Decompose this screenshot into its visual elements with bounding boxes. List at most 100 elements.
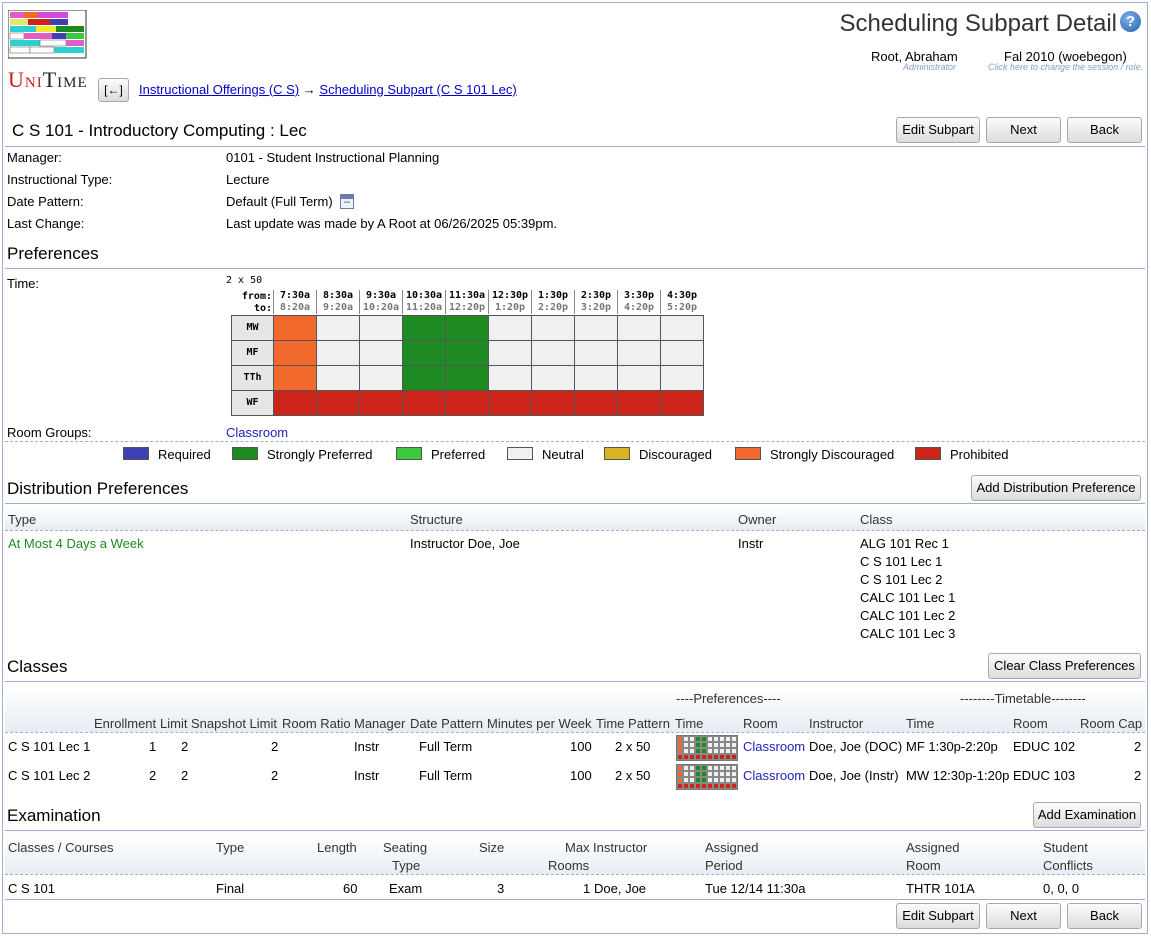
time-preference-cell[interactable] [574, 390, 618, 416]
exam-classes[interactable]: C S 101 [8, 881, 55, 896]
class-assigned-room: EDUC 102 [1013, 739, 1076, 754]
time-row-day[interactable]: WF [231, 390, 274, 416]
time-column-header[interactable]: 2:30p 3:20p [574, 290, 617, 314]
legend-label: Required [158, 447, 211, 462]
unitime-logo[interactable]: UNITIME [7, 9, 88, 92]
time-column-header[interactable]: 7:30a 8:20a [273, 290, 316, 314]
time-preference-cell[interactable] [316, 365, 360, 391]
time-preference-cell[interactable] [445, 365, 489, 391]
exam-size: 3 [497, 881, 505, 896]
time-row-day[interactable]: MW [231, 315, 274, 341]
time-preference-cell[interactable] [574, 315, 618, 341]
time-preference-cell[interactable] [273, 340, 317, 366]
help-icon[interactable]: ? [1120, 11, 1141, 32]
class-room-cap: 2 [1134, 768, 1142, 783]
back-button[interactable]: Back [1067, 117, 1142, 143]
distribution-type-link[interactable]: At Most 4 Days a Week [8, 536, 144, 551]
time-column-header[interactable]: 3:30p 4:20p [617, 290, 660, 314]
next-button[interactable]: Next [986, 117, 1061, 143]
footer-edit-subpart-button[interactable]: Edit Subpart [896, 903, 980, 929]
time-column-header[interactable]: 9:30a 10:20a [359, 290, 402, 314]
calendar-icon[interactable]: ▪▪▪ [340, 194, 354, 209]
session-hint[interactable]: Click here to change the session / role. [988, 62, 1143, 72]
exam-header-type: Type [216, 840, 245, 855]
time-preference-cell[interactable] [273, 315, 317, 341]
dist-header-owner: Owner [738, 512, 777, 527]
time-preference-cell[interactable] [617, 340, 661, 366]
cls-header-tt-room: Room [1013, 716, 1048, 731]
time-preference-cell[interactable] [402, 340, 446, 366]
time-preference-cell[interactable] [660, 340, 704, 366]
time-preference-cell[interactable] [359, 340, 403, 366]
time-preference-cell[interactable] [531, 340, 575, 366]
time-column-header[interactable]: 4:30p 5:20p [660, 290, 703, 314]
time-column-to: 11:20a [405, 302, 443, 313]
class-room-preference[interactable]: Classroom [743, 768, 805, 783]
time-column-from: 3:30p [623, 290, 655, 301]
breadcrumb-scheduling-subpart[interactable]: Scheduling Subpart (C S 101 Lec) [319, 82, 516, 97]
add-examination-button[interactable]: Add Examination [1033, 802, 1141, 828]
time-preference-cell[interactable] [402, 315, 446, 341]
class-assigned-time: MF 1:30p-2:20p [906, 739, 998, 754]
logo-grid-icon [7, 9, 87, 59]
cls-header-instructor: Instructor [809, 716, 864, 731]
time-preference-cell[interactable] [445, 390, 489, 416]
time-preference-cell[interactable] [316, 315, 360, 341]
class-room-preference[interactable]: Classroom [743, 739, 805, 754]
time-column-header[interactable]: 11:30a 12:20p [445, 290, 488, 314]
time-preference-cell[interactable] [316, 390, 360, 416]
last-change-label: Last Change: [7, 216, 85, 231]
time-preference-cell[interactable] [359, 315, 403, 341]
clear-class-preferences-button[interactable]: Clear Class Preferences [988, 653, 1141, 679]
time-preference-cell[interactable] [488, 390, 532, 416]
time-preference-cell[interactable] [488, 315, 532, 341]
time-preference-cell[interactable] [617, 390, 661, 416]
time-preference-cell[interactable] [359, 390, 403, 416]
time-preference-cell[interactable] [617, 315, 661, 341]
time-column-header[interactable]: 8:30a 9:20a [316, 290, 359, 314]
time-preference-cell[interactable] [273, 390, 317, 416]
time-column-header[interactable]: 1:30p 2:20p [531, 290, 574, 314]
time-preference-cell[interactable] [402, 390, 446, 416]
time-preference-cell[interactable] [273, 365, 317, 391]
class-name[interactable]: C S 101 Lec 1 [8, 739, 90, 754]
time-column-header[interactable]: 12:30p 1:20p [488, 290, 531, 314]
time-preference-cell[interactable] [359, 365, 403, 391]
time-preference-cell[interactable] [531, 365, 575, 391]
class-minutes: 100 [570, 768, 592, 783]
time-preference-cell[interactable] [488, 340, 532, 366]
time-preference-cell[interactable] [660, 365, 704, 391]
legend-swatch [915, 447, 941, 460]
cls-header-snapshot: Snapshot Limit [191, 716, 277, 731]
footer-back-button[interactable]: Back [1067, 903, 1142, 929]
exam-header-room: Room [906, 858, 941, 873]
time-row-day[interactable]: TTh [231, 365, 274, 391]
class-limit: 2 [181, 739, 189, 754]
time-preference-cell[interactable] [488, 365, 532, 391]
class-name[interactable]: C S 101 Lec 2 [8, 768, 90, 783]
time-preference-cell[interactable] [660, 390, 704, 416]
footer-next-button[interactable]: Next [986, 903, 1061, 929]
breadcrumb-separator: → [302, 82, 316, 97]
breadcrumb-instructional-offerings[interactable]: Instructional Offerings (C S) [139, 82, 299, 97]
time-preference-cell[interactable] [445, 315, 489, 341]
back-arrow-button[interactable]: [←] [98, 78, 129, 102]
time-preference-cell[interactable] [402, 365, 446, 391]
time-preference-cell[interactable] [574, 365, 618, 391]
time-preference-cell[interactable] [574, 340, 618, 366]
time-preference-cell[interactable] [316, 340, 360, 366]
time-preference-cell[interactable] [531, 390, 575, 416]
room-groups-value[interactable]: Classroom [226, 425, 288, 440]
cls-header-time-pattern: Time Pattern [596, 716, 670, 731]
time-preference-cell[interactable] [617, 365, 661, 391]
time-pattern-label: 2 x 50 [226, 275, 263, 286]
time-row-day[interactable]: MF [231, 340, 274, 366]
edit-subpart-button[interactable]: Edit Subpart [896, 117, 980, 143]
time-preference-cell[interactable] [660, 315, 704, 341]
cls-header-enrollment: Enrollment [94, 716, 157, 731]
time-preference-cell[interactable] [445, 340, 489, 366]
add-distribution-preference-button[interactable]: Add Distribution Preference [971, 475, 1141, 501]
time-column-header[interactable]: 10:30a 11:20a [402, 290, 445, 314]
time-preference-cell[interactable] [531, 315, 575, 341]
exam-header-student: Student [1043, 840, 1088, 855]
